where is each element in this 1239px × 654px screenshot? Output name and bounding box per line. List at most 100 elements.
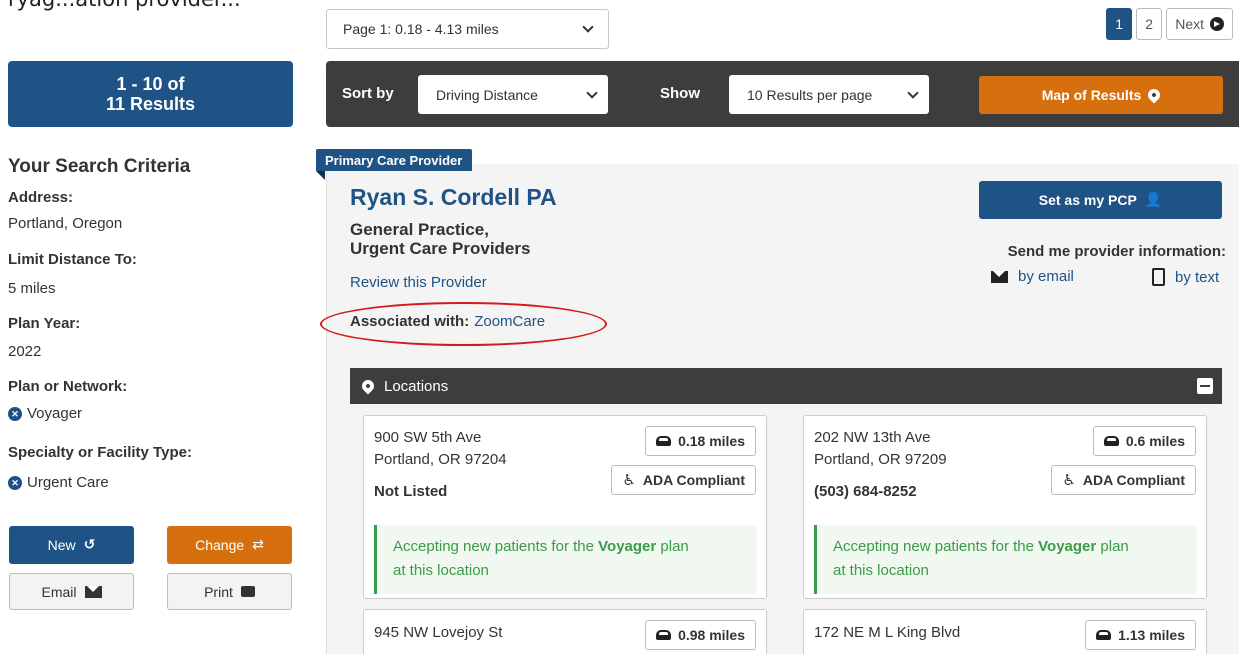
chevron-down-icon bbox=[586, 86, 598, 99]
sort-select-value: Driving Distance bbox=[436, 86, 538, 103]
map-of-results-button[interactable]: Map of Results bbox=[979, 76, 1223, 114]
network-value: Voyager bbox=[27, 405, 83, 422]
driving-distance-badge[interactable]: 0.6 miles bbox=[1092, 426, 1196, 456]
locations-header[interactable]: Locations bbox=[350, 368, 1222, 404]
user-doctor-icon: 👤 bbox=[1144, 192, 1163, 208]
set-as-pcp-button[interactable]: Set as my PCP 👤 bbox=[979, 181, 1222, 219]
ada-compliant-badge: ♿ ADA Compliant bbox=[611, 465, 756, 495]
location-address: 202 NW 13th Ave Portland, OR 97209 bbox=[814, 427, 947, 471]
location-card: 945 NW Lovejoy St 0.98 miles bbox=[363, 609, 767, 654]
change-button-label: Change bbox=[195, 537, 245, 553]
new-search-button[interactable]: New ↺ bbox=[9, 526, 134, 564]
location-street: 202 NW 13th Ave bbox=[814, 429, 931, 446]
pagination: 1 2 Next bbox=[1106, 8, 1233, 40]
accepting-plan-suffix: plan bbox=[1100, 538, 1129, 555]
email-results-button[interactable]: Email bbox=[9, 573, 134, 610]
distance-value: 0.6 miles bbox=[1125, 433, 1185, 449]
driving-distance-badge[interactable]: 0.18 miles bbox=[645, 426, 756, 456]
accepting-plan-suffix: plan bbox=[660, 538, 689, 555]
provider-type-tag: Primary Care Provider bbox=[316, 149, 473, 171]
clipped-header-text: ryag...ation provider... bbox=[0, 0, 1239, 12]
page-range-value: Page 1: 0.18 - 4.13 miles bbox=[343, 21, 499, 37]
page-1-button[interactable]: 1 bbox=[1106, 8, 1133, 40]
next-label: Next bbox=[1175, 16, 1204, 32]
map-marker-icon bbox=[359, 377, 377, 395]
ada-label: ADA Compliant bbox=[642, 472, 745, 488]
accepting-plan: Voyager bbox=[598, 538, 657, 555]
car-icon bbox=[656, 436, 672, 446]
accepting-text: Accepting new patients for the bbox=[833, 538, 1034, 555]
location-address: 900 SW 5th Ave Portland, OR 97204 bbox=[374, 427, 507, 471]
provider-name[interactable]: Ryan S. Cordell PA bbox=[350, 184, 557, 211]
envelope-icon bbox=[84, 585, 102, 598]
remove-filter-icon[interactable]: ✕ bbox=[8, 475, 22, 490]
printer-icon bbox=[240, 586, 255, 597]
next-page-button[interactable]: Next bbox=[1166, 8, 1233, 40]
sort-toolbar: Sort by Driving Distance Show 10 Results… bbox=[326, 61, 1239, 127]
by-email-label: by email bbox=[1018, 268, 1074, 285]
specialty-filter: ✕ Urgent Care bbox=[8, 474, 109, 491]
print-button-label: Print bbox=[204, 583, 233, 600]
envelope-icon bbox=[991, 270, 1008, 283]
highlight-annotation-oval bbox=[320, 302, 607, 346]
location-phone: (503) 684-8252 bbox=[814, 483, 917, 500]
location-street: 172 NE M L King Blvd bbox=[814, 624, 961, 641]
accepting-text: Accepting new patients for the bbox=[393, 538, 594, 555]
send-by-email-link[interactable]: by email bbox=[991, 268, 1074, 285]
tag-fold bbox=[316, 171, 325, 180]
location-street: 945 NW Lovejoy St bbox=[374, 624, 503, 641]
page-range-select[interactable]: Page 1: 0.18 - 4.13 miles bbox=[326, 9, 609, 49]
remove-filter-icon[interactable]: ✕ bbox=[8, 406, 22, 421]
network-filter: ✕ Voyager bbox=[8, 405, 82, 422]
provider-specialties: General Practice, Urgent Care Providers bbox=[350, 220, 530, 258]
results-count-box: 1 - 10 of 11 Results bbox=[8, 61, 293, 127]
email-button-label: Email bbox=[41, 583, 77, 600]
driving-distance-badge[interactable]: 0.98 miles bbox=[645, 620, 756, 650]
chevron-down-icon bbox=[582, 21, 594, 33]
change-search-button[interactable]: Change ⇄ bbox=[167, 526, 292, 564]
sort-select[interactable]: Driving Distance bbox=[418, 75, 608, 114]
location-city: Portland, OR 97209 bbox=[814, 451, 947, 468]
distance-value: 0.18 miles bbox=[678, 433, 745, 449]
car-icon bbox=[1096, 630, 1112, 640]
specialty-line-2: Urgent Care Providers bbox=[350, 239, 531, 258]
address-label: Address: bbox=[8, 189, 74, 206]
print-results-button[interactable]: Print bbox=[167, 573, 292, 610]
undo-icon: ↺ bbox=[83, 537, 96, 553]
results-count-line1: 1 - 10 of bbox=[116, 74, 185, 94]
distance-value: 5 miles bbox=[8, 280, 56, 297]
distance-value: 1.13 miles bbox=[1118, 627, 1185, 643]
arrow-right-circle-icon bbox=[1210, 17, 1224, 31]
map-marker-icon bbox=[1145, 86, 1163, 104]
wheelchair-icon: ♿ bbox=[622, 471, 636, 489]
mobile-phone-icon bbox=[1152, 268, 1165, 286]
specialty-line-1: General Practice, bbox=[350, 220, 489, 239]
location-street: 900 SW 5th Ave bbox=[374, 429, 482, 446]
locations-title: Locations bbox=[384, 377, 449, 395]
location-card: 172 NE M L King Blvd 1.13 miles bbox=[803, 609, 1207, 654]
distance-label: Limit Distance To: bbox=[8, 251, 137, 268]
search-criteria-title: Your Search Criteria bbox=[8, 156, 191, 177]
results-per-page-value: 10 Results per page bbox=[747, 86, 873, 103]
review-provider-link[interactable]: Review this Provider bbox=[350, 274, 487, 291]
results-count-line2: 11 Results bbox=[105, 94, 196, 114]
page-2-button[interactable]: 2 bbox=[1136, 8, 1163, 40]
accepting-location-text: at this location bbox=[833, 562, 929, 579]
location-address: 172 NE M L King Blvd bbox=[814, 622, 960, 644]
car-icon bbox=[656, 630, 672, 640]
pcp-button-label: Set as my PCP bbox=[1038, 192, 1137, 208]
results-per-page-select[interactable]: 10 Results per page bbox=[729, 75, 929, 114]
driving-distance-badge[interactable]: 1.13 miles bbox=[1085, 620, 1196, 650]
show-label: Show bbox=[660, 85, 700, 102]
sort-by-label: Sort by bbox=[342, 85, 394, 102]
send-by-text-link[interactable]: by text bbox=[1152, 268, 1219, 286]
location-city: Portland, OR 97204 bbox=[374, 451, 507, 468]
distance-value: 0.98 miles bbox=[678, 627, 745, 643]
specialty-label: Specialty or Facility Type: bbox=[8, 444, 192, 461]
collapse-icon[interactable] bbox=[1197, 378, 1213, 394]
location-card: 900 SW 5th Ave Portland, OR 97204 Not Li… bbox=[363, 415, 767, 599]
location-card: 202 NW 13th Ave Portland, OR 97209 (503)… bbox=[803, 415, 1207, 599]
network-label: Plan or Network: bbox=[8, 378, 128, 395]
specialty-value: Urgent Care bbox=[27, 474, 109, 491]
address-value: Portland, Oregon bbox=[8, 215, 123, 232]
